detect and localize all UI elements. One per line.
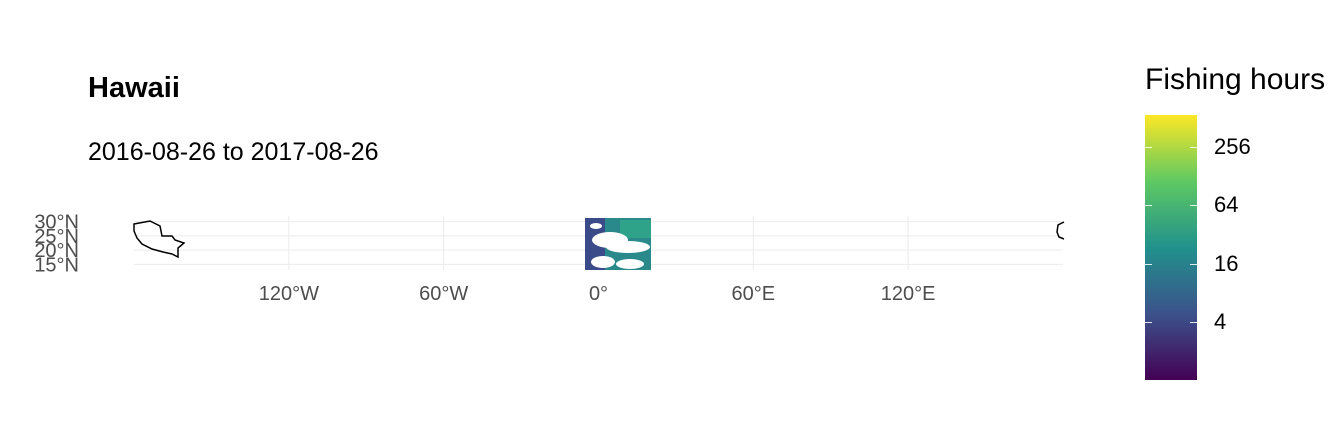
colorbar-tick: [1190, 263, 1197, 265]
raster-gap: [616, 259, 644, 269]
colorbar-label: 16: [1214, 250, 1239, 276]
x-tick-label: 60°E: [732, 283, 776, 305]
x-tick-label: 120°W: [259, 283, 319, 305]
colorbar-tick: [1190, 205, 1197, 207]
raster-gap: [606, 241, 650, 253]
raster-block-north: [620, 220, 651, 238]
colorbar-label: 64: [1214, 192, 1239, 218]
colorbar-label: 256: [1214, 134, 1251, 160]
y-tick-label: 15°N: [34, 254, 79, 276]
legend-title: Fishing hours: [1145, 63, 1326, 96]
x-tick-label: 0°: [589, 283, 608, 305]
hawaii-outline-west: [133, 220, 186, 259]
x-tick-label: 120°E: [881, 283, 936, 305]
fishing-effort-raster: [585, 218, 651, 270]
x-axis: 120°W 60°W 0° 60°E 120°E: [259, 283, 936, 305]
colorbar: [1145, 115, 1197, 380]
hawaii-outline-east: [1056, 221, 1065, 240]
colorbar-tick: [1145, 147, 1152, 149]
colorbar-tick: [1145, 321, 1152, 323]
map-svg: 120°W 60°W 0° 60°E 120°E 30°N25°N20°N15°N: [34, 212, 1065, 305]
colorbar-tick: [1145, 205, 1152, 207]
colorbar-tick: [1190, 321, 1197, 323]
y-axis: 30°N25°N20°N15°N: [34, 212, 79, 277]
colorbar-label: 4: [1214, 308, 1227, 334]
colorbar-tick: [1145, 263, 1152, 265]
raster-gap: [590, 223, 602, 229]
raster-gap: [591, 256, 615, 268]
x-tick-label: 60°W: [419, 283, 468, 305]
map-panel: 120°W 60°W 0° 60°E 120°E 30°N 25°N 20°N 15°N: [0, 0, 1328, 436]
colorbar-tick: [1190, 147, 1197, 149]
